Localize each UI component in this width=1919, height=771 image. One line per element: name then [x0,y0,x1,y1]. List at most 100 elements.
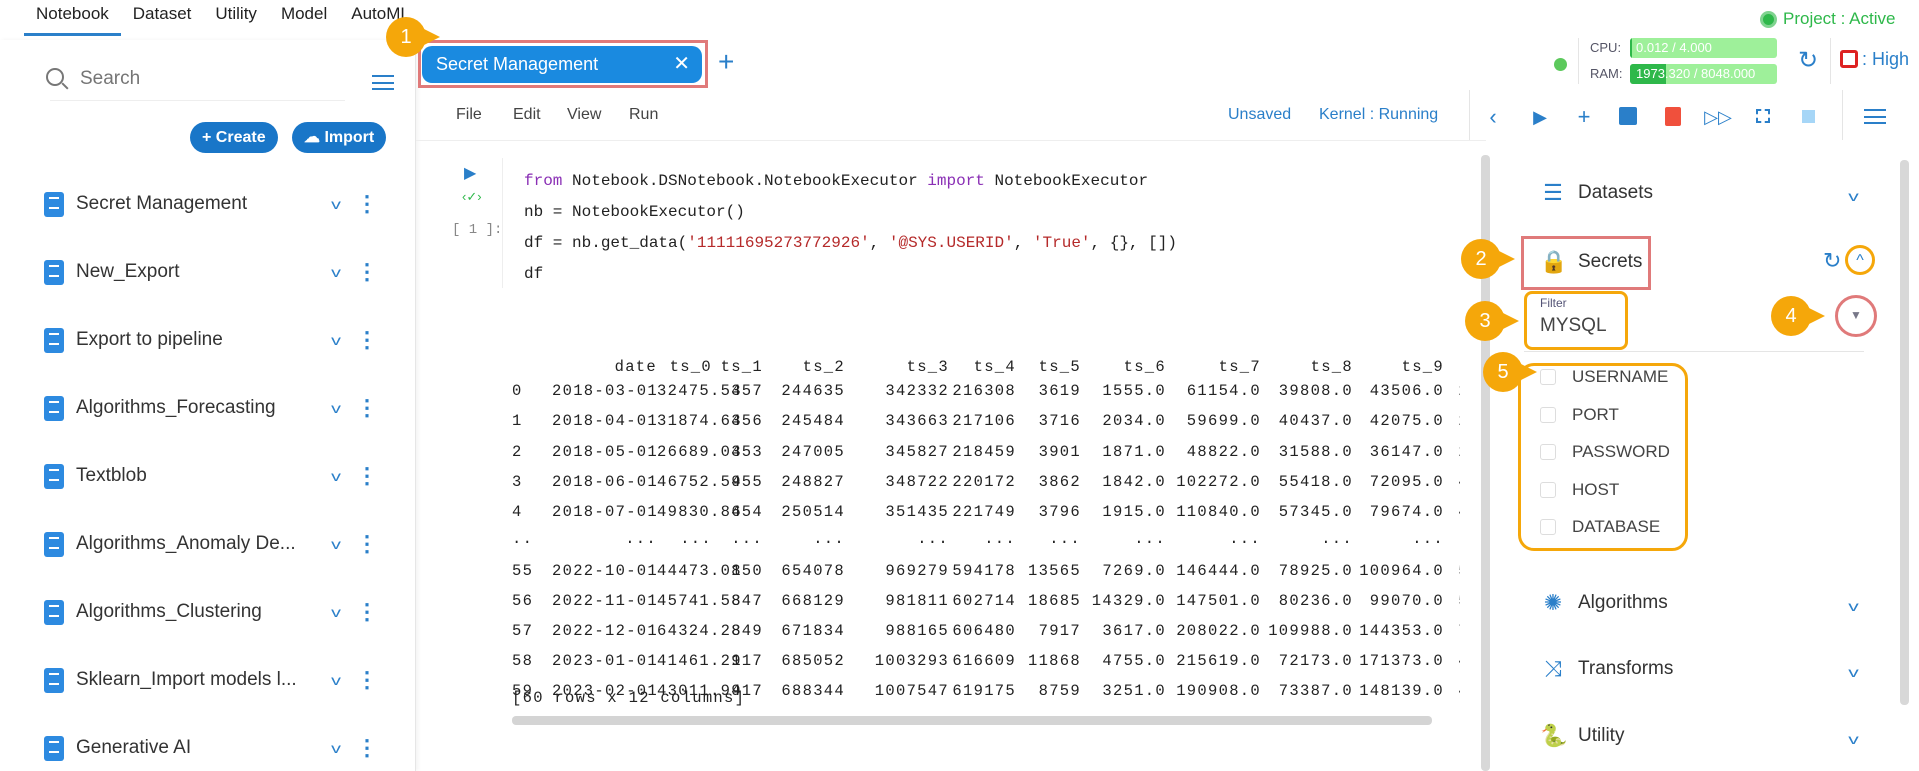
table-cell: 1915.0 [1102,503,1166,521]
stop-icon[interactable] [1802,110,1815,123]
menu-edit[interactable]: Edit [513,106,541,124]
table-cell: 57345.0 [1278,503,1353,521]
run-all-icon[interactable]: ▷▷ [1703,107,1733,128]
table-cell: ... [731,530,763,548]
table-cell: 850 [731,562,763,580]
table-cell: 250514 [781,503,845,521]
notebook-list-item[interactable]: Textblob v ⋮ [44,456,384,496]
notebook-list-item[interactable]: Sklearn_Import models l... v ⋮ [44,660,384,700]
table-cell: 2018-06-01 [552,473,659,491]
code-line[interactable]: nb = NotebookExecutor() [524,203,745,221]
chevron-down-icon[interactable]: v [308,400,364,416]
horizontal-scrollbar[interactable] [512,716,1432,725]
chevron-down-icon[interactable]: v [1848,664,1859,680]
table-cell: 594178 [952,562,1016,580]
chevron-down-icon[interactable]: v [308,332,364,348]
table-cell: 2022-12-01 [552,622,659,640]
notebook-icon [44,327,64,353]
chevron-down-icon[interactable]: v [308,672,364,688]
menu-view[interactable]: View [567,106,601,124]
notebook-list-item[interactable]: New_Export v ⋮ [44,252,384,292]
chevron-down-icon[interactable]: v [308,468,364,484]
chevron-up-icon[interactable]: ^ [1845,245,1875,275]
run-icon[interactable]: ▶ [1525,107,1555,128]
menu-run[interactable]: Run [629,106,658,124]
code-line[interactable]: df = nb.get_data('11111695273772926', '@… [524,234,1177,252]
highlight-box-1 [418,40,708,88]
tab-notebook[interactable]: Notebook [24,0,121,36]
chevron-down-icon[interactable]: v [1848,598,1859,614]
divider [1842,90,1843,140]
execution-count: [ 1 ]: [452,222,503,238]
notebook-list-item[interactable]: Secret Management v ⋮ [44,184,384,224]
chevron-down-icon[interactable]: v [308,740,364,756]
table-cell: 3901 [1038,443,1081,461]
table-cell: 0 [512,382,523,400]
chevron-down-icon[interactable]: v [1848,188,1859,204]
import-button[interactable]: ☁ Import [292,122,387,153]
success-check-icon: ‹✓› [462,189,482,204]
table-cell: 345827 [885,443,949,461]
table-cell: ts_9 [1401,358,1444,376]
add-tab-button[interactable]: + [718,46,734,78]
table-cell: 849 [731,622,763,640]
tab-dataset[interactable]: Dataset [121,0,204,36]
table-cell: 2018-05-01 [552,443,659,461]
table-cell: 48822.0 [1186,443,1261,461]
table-cell: 4 [1444,652,1460,676]
notebook-icon [44,259,64,285]
add-cell-icon[interactable]: + [1569,104,1599,130]
table-cell: 2 [1444,412,1460,436]
run-cell-icon[interactable]: ▶ [464,163,476,183]
fullscreen-icon[interactable] [1756,109,1770,123]
table-cell: 43506.0 [1369,382,1444,400]
datasets-section[interactable]: ☰ Datasets [1540,181,1653,205]
tab-model[interactable]: Model [269,0,339,36]
notebook-icon [44,531,64,557]
table-cell: 342332 [885,382,949,400]
table-cell: 348722 [885,473,949,491]
table-cell: ... [1134,530,1166,548]
notebook-list-item[interactable]: Export to pipeline v ⋮ [44,320,384,360]
transforms-section[interactable]: ⤨ Transforms [1540,657,1673,681]
delete-icon[interactable] [1665,107,1681,126]
chevron-down-icon[interactable]: v [308,536,364,552]
notebook-list-item[interactable]: Algorithms_Forecasting v ⋮ [44,388,384,428]
keyword: from [524,172,563,190]
tab-utility[interactable]: Utility [203,0,269,36]
chevron-down-icon[interactable]: v [308,264,364,280]
notebook-list-item[interactable]: Algorithms_Clustering v ⋮ [44,592,384,632]
algorithms-section[interactable]: ✺ Algorithms [1540,591,1668,615]
section-label: Utility [1578,725,1625,746]
chevron-down-icon[interactable]: v [308,604,364,620]
code-line[interactable]: df [524,265,543,283]
save-icon[interactable] [1619,107,1637,125]
table-cell: 1555.0 [1102,382,1166,400]
notebook-list-item[interactable]: Algorithms_Anomaly De... v ⋮ [44,524,384,564]
code-line[interactable]: from Notebook.DSNotebook.NotebookExecuto… [524,172,1148,190]
table-cell: ... [1412,530,1444,548]
dropdown-caret-icon[interactable]: ▼ [1835,295,1877,337]
table-cell: 221749 [952,503,1016,521]
highlight-box-2 [1521,236,1651,290]
notebook-list-item[interactable]: Generative AI v ⋮ [44,728,384,768]
refresh-icon[interactable]: ↻ [1798,46,1818,75]
utility-section[interactable]: 🐍 Utility [1540,724,1624,748]
code-text: NotebookExecutor [984,172,1149,190]
table-cell: 3796 [1038,503,1081,521]
panel-scrollbar[interactable] [1900,160,1909,705]
table-row: 2 2018-05-01 26689.03 453 247005 345827 218459… [512,443,1460,467]
search-input[interactable] [80,68,340,90]
menu-icon[interactable] [372,75,394,90]
chevron-down-icon[interactable]: v [308,196,364,212]
table-cell: 220172 [952,473,1016,491]
priority-label: : High [1862,49,1910,69]
panel-menu-icon[interactable] [1864,109,1886,124]
menu-file[interactable]: File [456,106,482,124]
chevron-down-icon[interactable]: v [1848,731,1859,747]
notebook-icon [44,735,64,761]
create-label: Create [215,129,266,146]
refresh-secrets-icon[interactable]: ↻ [1823,248,1841,274]
create-button[interactable]: + Create [190,122,278,153]
collapse-icon[interactable]: ‹ [1478,104,1508,130]
